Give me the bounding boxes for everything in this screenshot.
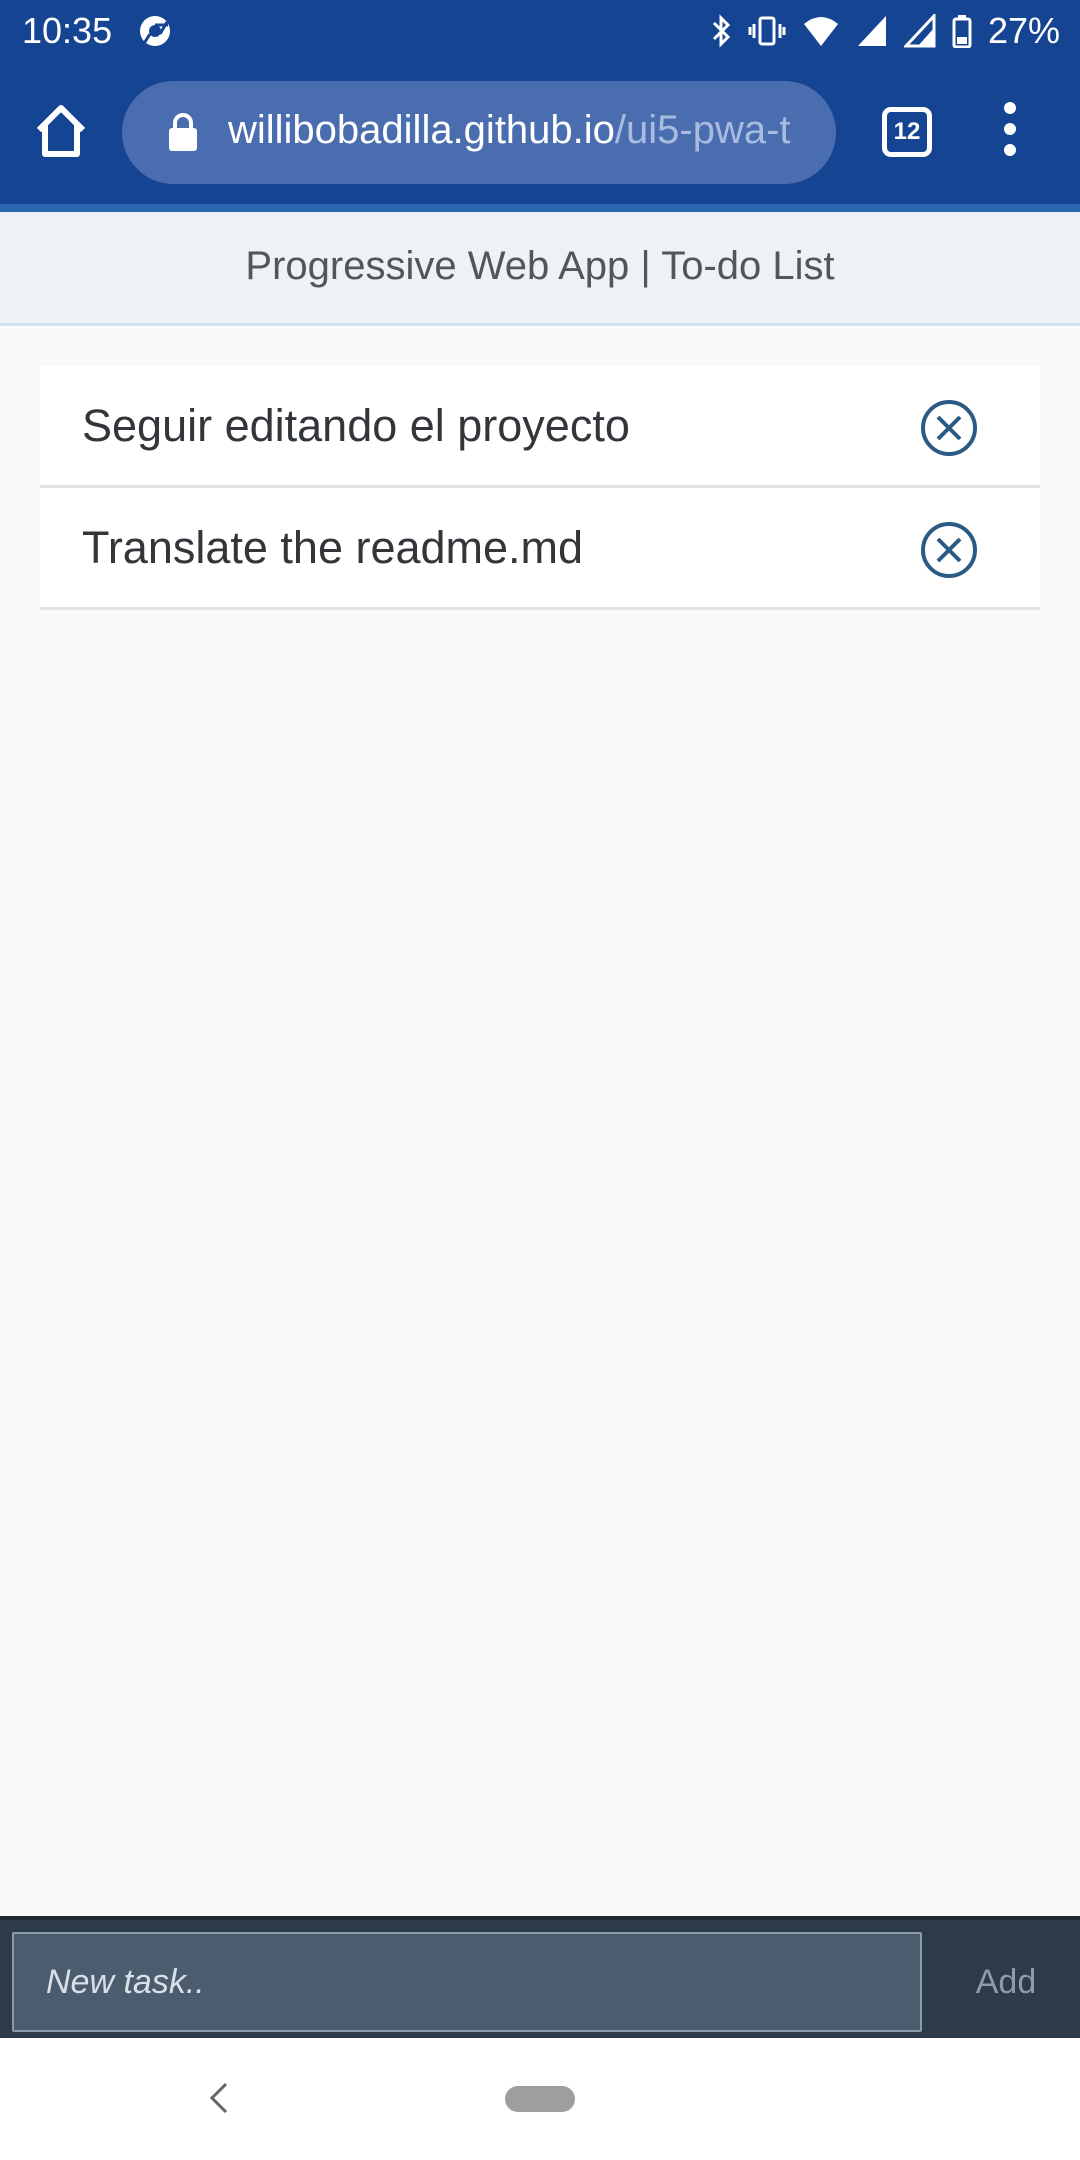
battery-icon [952,15,972,48]
add-task-button[interactable]: Add [944,1932,1068,2032]
toolbar-divider [0,204,1080,212]
address-bar[interactable]: willibobadilla.github.io/ui5-pwa-t [122,81,836,184]
task-list: Seguir editando el proyecto Translate th… [40,366,1040,610]
system-nav-bar [0,2038,1080,2160]
more-menu-icon[interactable] [998,102,1022,162]
signal-icon [857,16,886,46]
vibrate-icon [748,16,786,46]
new-task-footer: Add [0,1916,1080,2038]
battery-percent: 27% [987,10,1060,51]
url-host: willibobadilla.github.io [228,108,615,152]
back-icon[interactable] [206,2080,232,2116]
task-label: Seguir editando el proyecto [82,400,630,451]
tab-count: 12 [893,118,921,145]
list-item: Seguir editando el proyecto [40,366,1040,488]
wifi-icon [803,17,838,46]
app-header: Progressive Web App | To-do List [0,212,1080,326]
status-time: 10:35 [22,10,113,51]
delete-task-icon[interactable] [920,399,978,457]
home-pill-button[interactable] [505,2086,575,2112]
page-title: Progressive Web App | To-do List [245,244,835,288]
tab-switcher-button[interactable]: 12 [882,107,932,157]
url-text: willibobadilla.github.io/ui5-pwa-t [228,108,818,153]
list-item: Translate the readme.md [40,488,1040,610]
home-icon[interactable] [34,102,88,162]
url-path: /ui5-pwa-t [614,108,791,152]
status-bar: 10:35 27% [0,0,1080,62]
new-task-input[interactable] [12,1932,922,2032]
browser-toolbar: willibobadilla.github.io/ui5-pwa-t 12 [0,62,1080,204]
lock-icon [169,113,197,151]
signal-icon-2 [903,14,936,48]
chrome-icon [140,16,170,46]
delete-task-icon[interactable] [920,521,978,579]
status-icons: 27% [710,8,1060,54]
bluetooth-icon [712,14,731,48]
task-label: Translate the readme.md [82,522,584,573]
